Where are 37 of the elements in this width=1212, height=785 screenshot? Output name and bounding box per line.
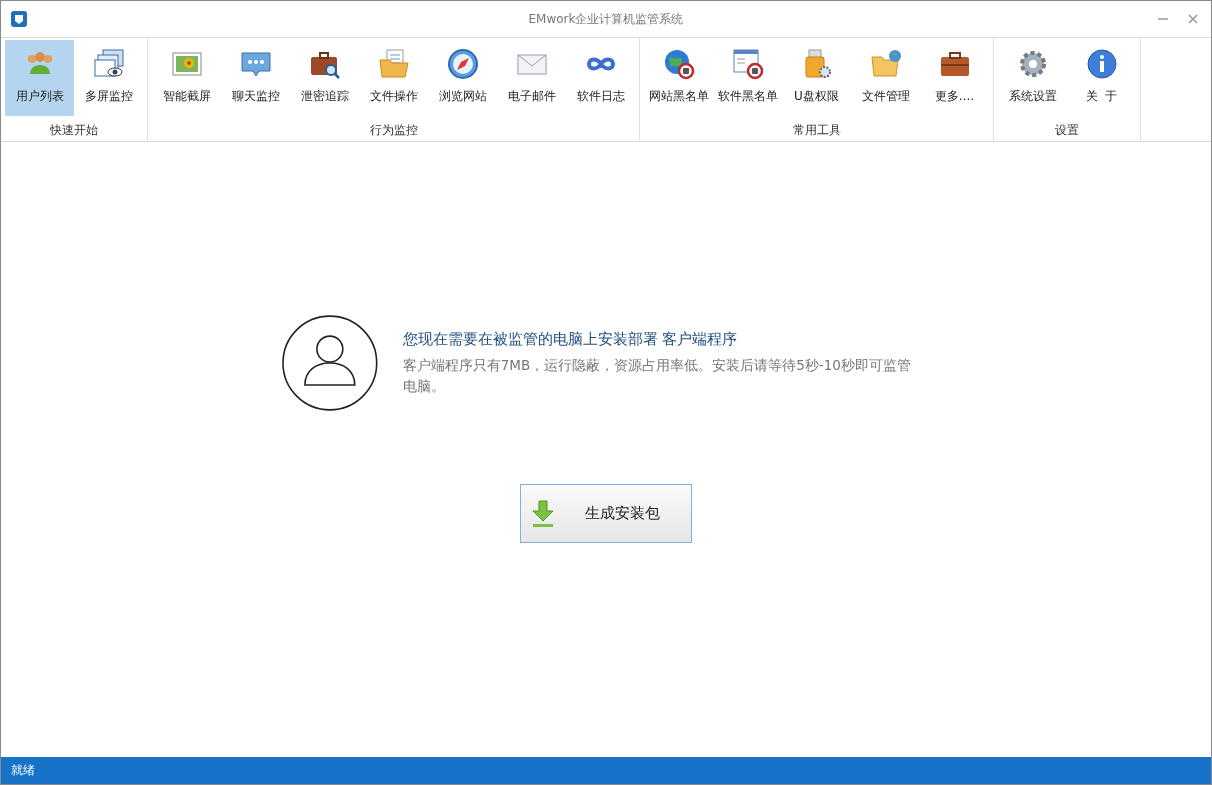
compass-icon [446,48,479,80]
notice-text: 客户端程序只有7MB，运行隐蔽，资源占用率低。安装后请等待5秒-10秒即可监管电脑。 [402,355,912,396]
folder-document-icon [377,48,410,80]
ribbon-button[interactable]: 多屏监控 [74,40,143,116]
app-logo-icon [11,11,27,27]
window-title: EMwork企业计算机监管系统 [527,10,685,28]
folder-globe-icon [869,48,902,80]
ribbon-button[interactable]: 智能截屏 [152,40,221,116]
ribbon-button[interactable]: 泄密追踪 [290,40,359,116]
group-label: 设置 [1055,122,1079,139]
minimize-icon [1158,18,1168,20]
user-avatar-icon [281,314,379,412]
generate-package-button[interactable]: 生成安装包 [520,484,692,543]
ribbon-button[interactable]: U盘权限 [782,40,851,116]
ribbon-button[interactable]: 文件管理 [851,40,920,116]
status-text: 就绪 [11,762,35,779]
ribbon-button[interactable]: 更多.... [920,40,989,116]
ribbon-button[interactable]: 网站黑名单 [644,40,713,116]
group-label: 快速开始 [50,122,98,139]
ribbon-button[interactable]: 系统设置 [998,40,1067,116]
window-stop-icon [731,48,764,80]
info-icon [1085,48,1118,80]
windows-eye-icon [92,48,125,80]
group-label: 行为监控 [369,122,418,139]
ribbon-button[interactable]: 软件黑名单 [713,40,782,116]
ribbon-button[interactable]: 浏览网站 [428,40,497,116]
globe-stop-icon [662,48,695,80]
ribbon-button[interactable]: 电子邮件 [497,40,566,116]
close-icon [1188,14,1198,24]
ribbon-button[interactable]: 软件日志 [566,40,635,116]
ribbon-button[interactable]: 文件操作 [359,40,428,116]
group-label: 常用工具 [792,122,841,139]
notice-title: 您现在需要在被监管的电脑上安装部署 客户端程序 [402,329,739,349]
ribbon-button[interactable]: 用户列表 [5,40,74,116]
ribbon-button[interactable]: 关 于 [1067,40,1136,116]
ribbon-button[interactable]: 聊天监控 [221,40,290,116]
download-arrow-icon [531,499,555,528]
